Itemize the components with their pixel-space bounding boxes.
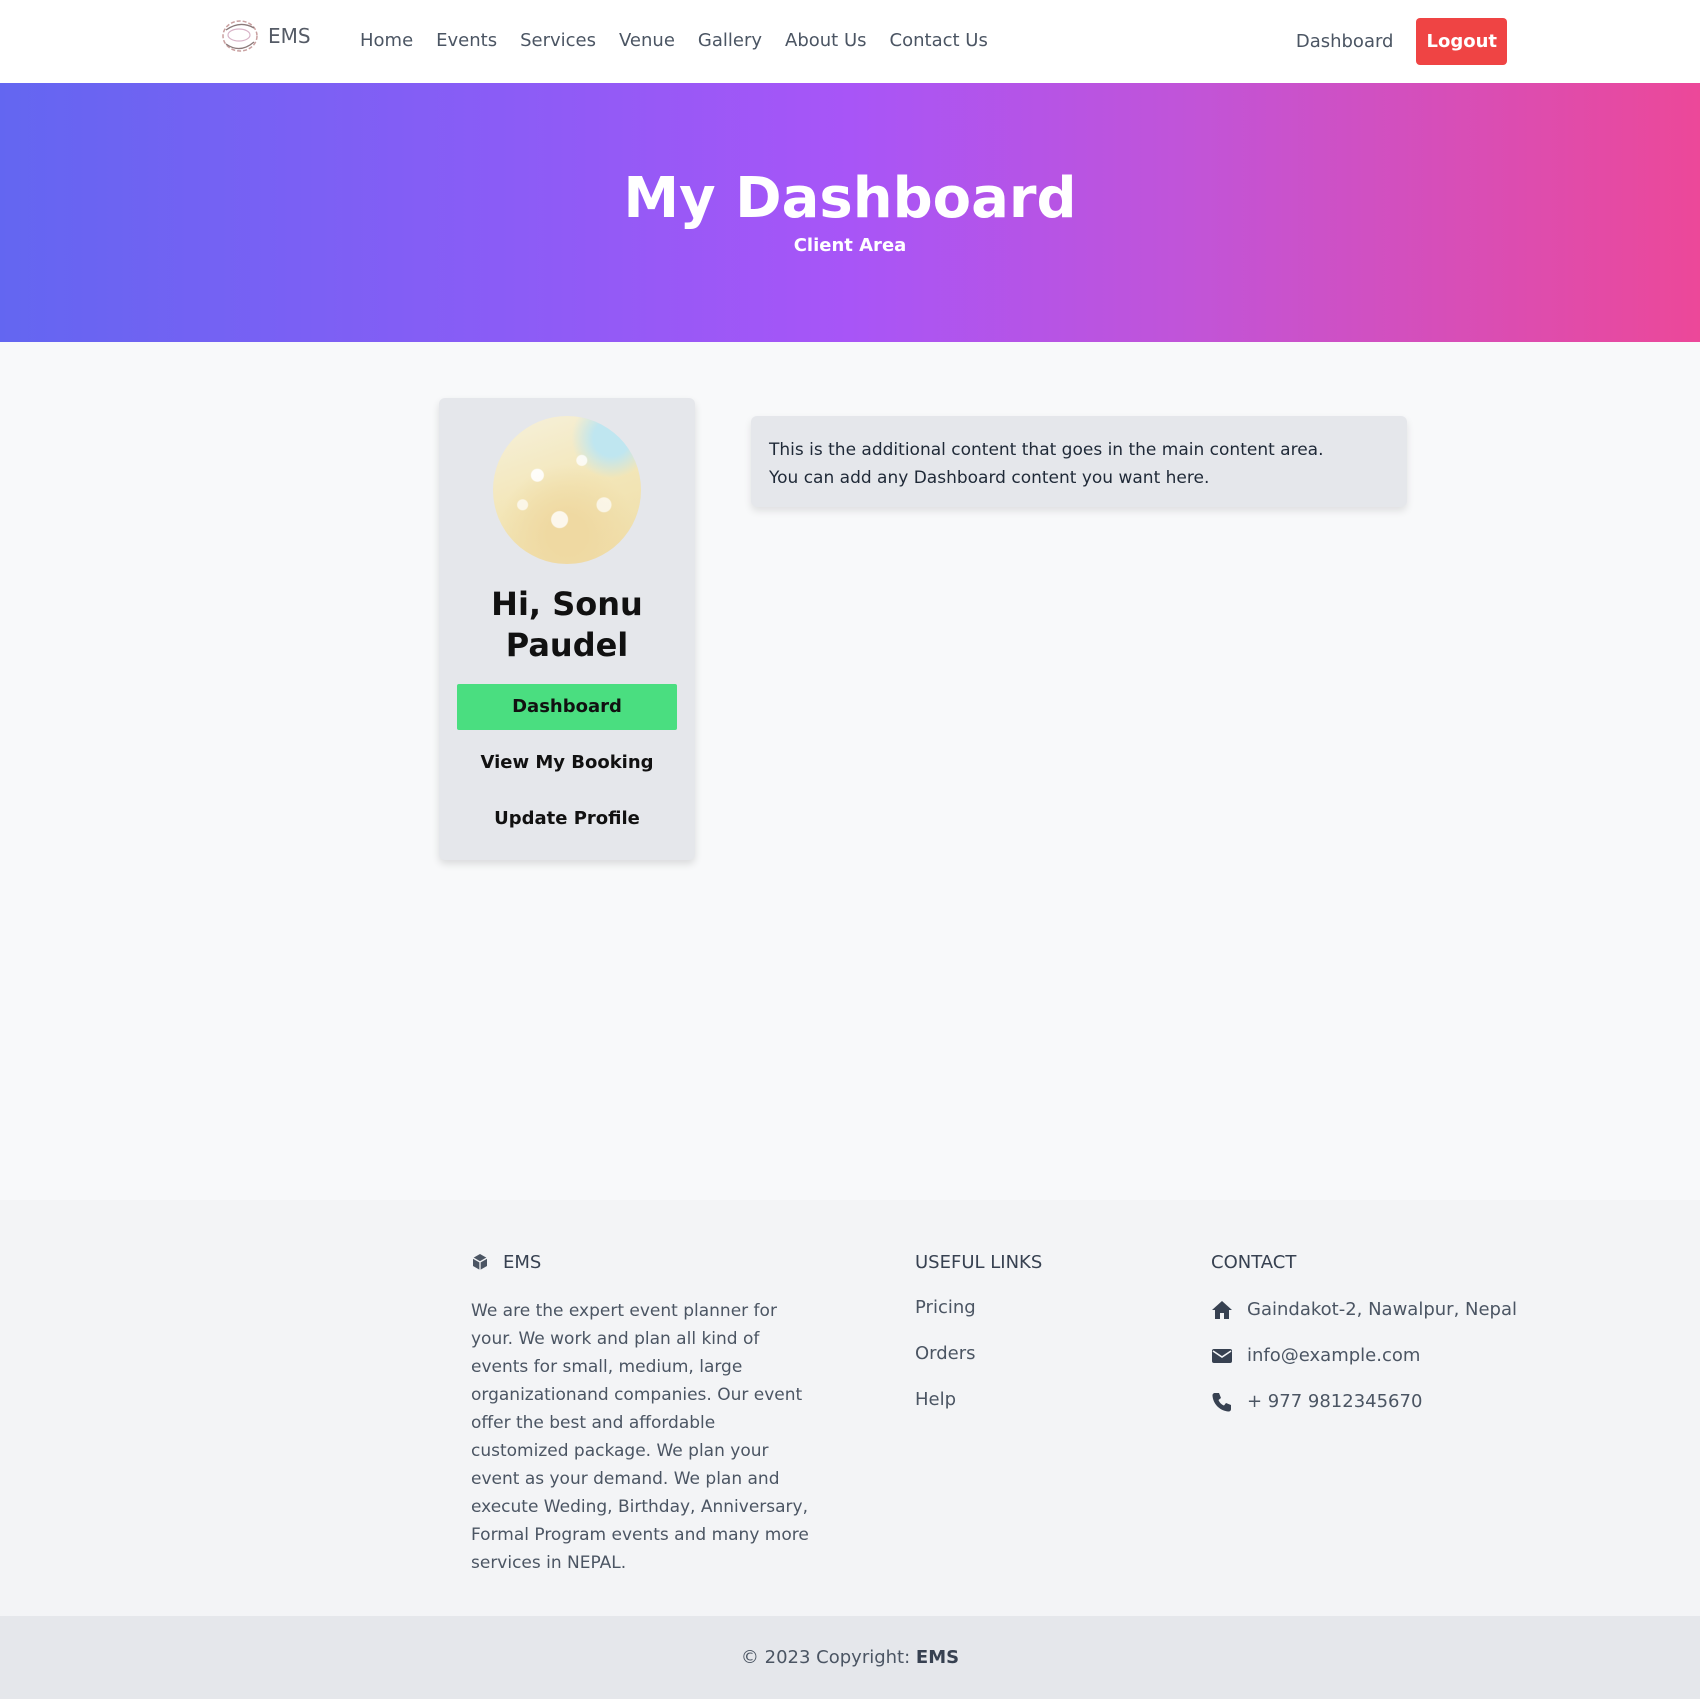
footer-brand: EMS	[471, 1250, 811, 1274]
brand[interactable]: EMS	[220, 16, 311, 56]
navbar: EMS Home Events Services Venue Gallery A…	[0, 0, 1700, 83]
sidebar-update-profile-button[interactable]: Update Profile	[457, 796, 677, 842]
footer-contact-column: CONTACT Gaindakot-2, Nawalpur, Nepal inf…	[1211, 1250, 1517, 1414]
footer-link-help[interactable]: Help	[915, 1389, 1042, 1414]
copyright-brand[interactable]: EMS	[916, 1647, 959, 1668]
footer-address-row: Gaindakot-2, Nawalpur, Nepal	[1211, 1297, 1517, 1322]
nav-dashboard-link[interactable]: Dashboard	[1296, 31, 1394, 52]
nav-events[interactable]: Events	[436, 30, 497, 51]
avatar	[493, 416, 641, 564]
footer: EMS We are the expert event planner for …	[0, 1200, 1700, 1616]
page-subtitle: Client Area	[793, 235, 907, 256]
footer-phone-row: + 977 9812345670	[1211, 1389, 1517, 1414]
envelope-icon	[1212, 1348, 1232, 1363]
footer-links-column: USEFUL LINKS Pricing Orders Help	[915, 1250, 1042, 1414]
copyright-bar: © 2023 Copyright: EMS	[0, 1616, 1700, 1699]
page-title: My Dashboard	[623, 166, 1077, 231]
nav-about-us[interactable]: About Us	[785, 30, 867, 51]
nav-contact-us[interactable]: Contact Us	[890, 30, 988, 51]
nav-right: Dashboard Logout	[1296, 18, 1507, 65]
sidebar-dashboard-button[interactable]: Dashboard	[457, 684, 677, 730]
cube-icon	[471, 1253, 489, 1271]
footer-address: Gaindakot-2, Nawalpur, Nepal	[1247, 1299, 1518, 1320]
sidebar-view-booking-button[interactable]: View My Booking	[457, 740, 677, 786]
footer-link-pricing[interactable]: Pricing	[915, 1297, 1042, 1322]
brand-logo-icon	[220, 16, 260, 56]
nav-venue[interactable]: Venue	[619, 30, 675, 51]
main-content-line-2: You can add any Dashboard content you wa…	[769, 468, 1210, 488]
phone-icon	[1212, 1392, 1231, 1411]
brand-name: EMS	[268, 24, 311, 48]
copyright-text: © 2023 Copyright:	[740, 1647, 916, 1668]
greeting: Hi, Sonu Paudel	[491, 585, 643, 664]
main-content-line-1: This is the additional content that goes…	[769, 440, 1324, 460]
nav-gallery[interactable]: Gallery	[698, 30, 762, 51]
profile-card: Hi, Sonu Paudel Dashboard View My Bookin…	[439, 398, 695, 860]
logout-button[interactable]: Logout	[1416, 18, 1507, 65]
footer-phone[interactable]: + 977 9812345670	[1247, 1391, 1422, 1412]
nav-home[interactable]: Home	[360, 30, 413, 51]
footer-email[interactable]: info@example.com	[1247, 1345, 1420, 1366]
footer-link-orders[interactable]: Orders	[915, 1343, 1042, 1368]
main-content-card: This is the additional content that goes…	[751, 416, 1407, 507]
footer-email-row: info@example.com	[1211, 1343, 1517, 1368]
footer-about-column: EMS We are the expert event planner for …	[471, 1250, 811, 1577]
footer-about-text: We are the expert event planner for your…	[471, 1301, 809, 1573]
footer-links-heading: USEFUL LINKS	[915, 1251, 1043, 1273]
home-icon	[1212, 1300, 1232, 1319]
nav-services[interactable]: Services	[520, 30, 596, 51]
main-nav: Home Events Services Venue Gallery About…	[360, 30, 988, 51]
footer-contact-heading: CONTACT	[1211, 1251, 1297, 1273]
hero-banner: My Dashboard Client Area	[0, 83, 1700, 342]
footer-brand-name: EMS	[503, 1251, 542, 1273]
